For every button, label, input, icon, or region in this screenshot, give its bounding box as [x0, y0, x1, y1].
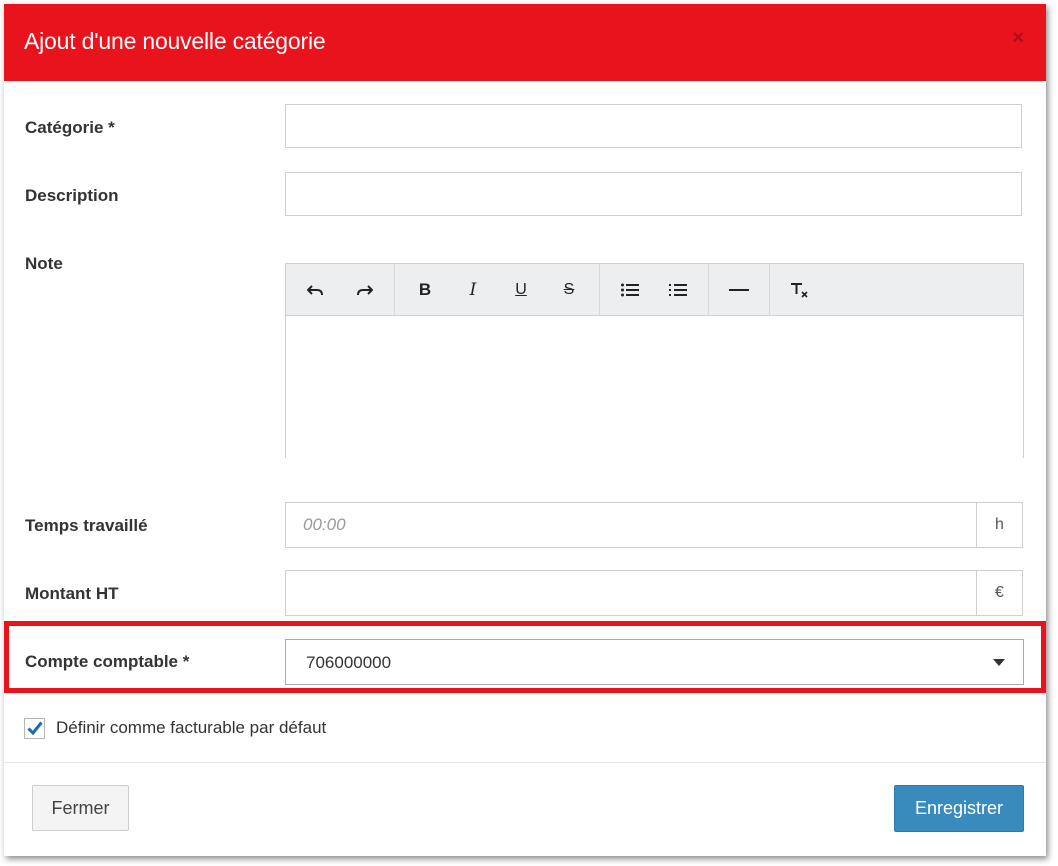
strikethrough-icon[interactable]: S [545, 272, 593, 308]
check-icon [27, 721, 43, 736]
modal-title: Ajout d'une nouvelle catégorie [24, 28, 326, 54]
save-button[interactable]: Enregistrer [894, 785, 1024, 832]
amount-label: Montant HT [25, 584, 119, 603]
note-label: Note [25, 254, 63, 273]
time-worked-input[interactable]: 00:00 [286, 503, 976, 547]
numbered-list-icon[interactable] [654, 272, 702, 308]
bullet-list-icon[interactable] [606, 272, 654, 308]
highlight-box [4, 621, 1046, 693]
billable-label: Définir comme facturable par défaut [56, 718, 327, 737]
time-worked-group: 00:00 h [285, 502, 1023, 548]
time-worked-label: Temps travaillé [25, 516, 148, 535]
underline-icon[interactable]: U [497, 272, 545, 308]
modal-header: Ajout d'une nouvelle catégorie × [4, 4, 1046, 81]
close-button[interactable]: Fermer [32, 785, 129, 831]
editor-toolbar: B I U S [286, 264, 1023, 316]
insert-group [709, 264, 770, 315]
clear-formatting-icon[interactable] [776, 272, 824, 308]
note-editor: B I U S [285, 263, 1024, 458]
history-group [286, 264, 395, 315]
footer-divider [4, 762, 1046, 763]
amount-group: € [285, 570, 1023, 616]
billable-checkbox[interactable] [24, 718, 45, 739]
category-label: Catégorie * [25, 118, 115, 137]
category-input[interactable] [285, 104, 1022, 148]
clear-group [770, 264, 830, 315]
format-group: B I U S [395, 264, 600, 315]
italic-icon[interactable]: I [449, 272, 497, 308]
close-icon[interactable]: × [1012, 28, 1024, 48]
description-label: Description [25, 186, 119, 205]
horizontal-rule-icon[interactable] [715, 272, 763, 308]
bold-icon[interactable]: B [401, 272, 449, 308]
undo-icon[interactable] [292, 272, 340, 308]
description-input[interactable] [285, 172, 1022, 216]
add-category-modal: Ajout d'une nouvelle catégorie × Catégor… [4, 4, 1046, 856]
list-group [600, 264, 709, 315]
hours-unit-addon: h [976, 503, 1022, 547]
amount-input[interactable] [286, 571, 976, 615]
euro-unit-addon: € [976, 571, 1022, 615]
redo-icon[interactable] [340, 272, 388, 308]
note-textarea[interactable] [286, 316, 1023, 458]
